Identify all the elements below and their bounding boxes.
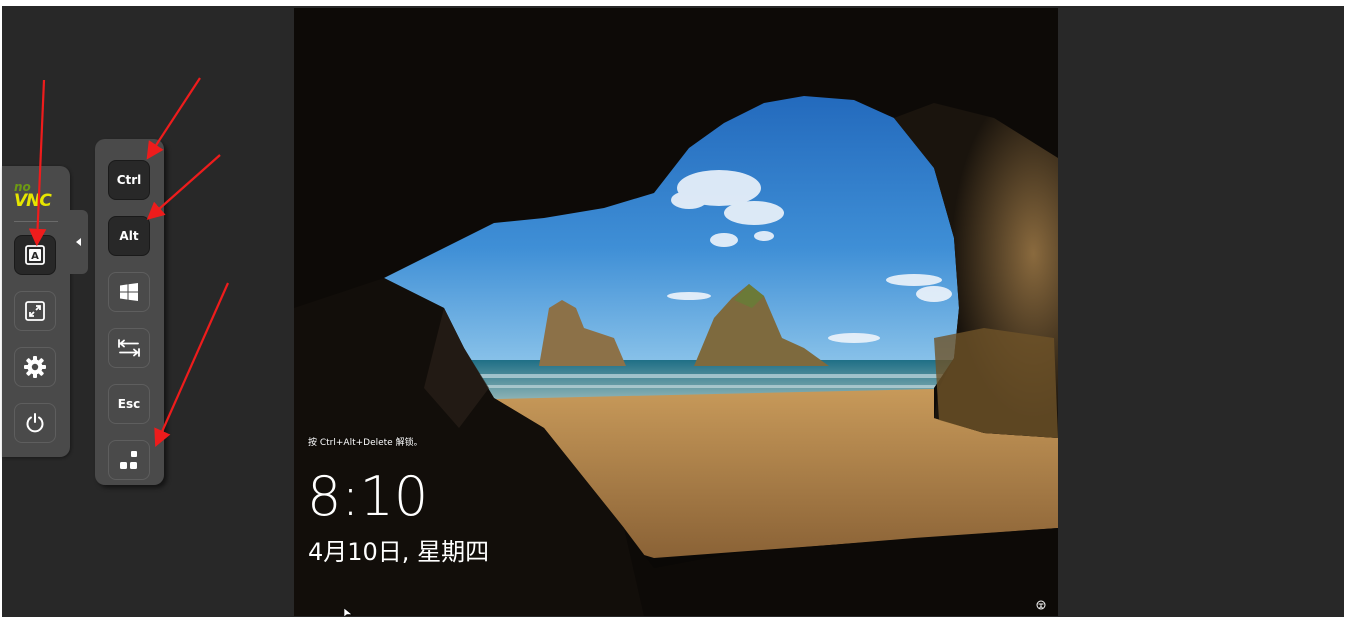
gear-icon [24,356,46,378]
fullscreen-icon [25,301,45,321]
tab-key-button[interactable] [108,328,150,368]
remote-screen[interactable]: 按 Ctrl+Alt+Delete 解锁。 8:10 4月10日, 星期四 [294,8,1058,616]
ctrl-alt-del-button[interactable] [108,440,150,480]
fullscreen-button[interactable] [14,291,56,331]
lock-screen-date: 4月10日, 星期四 [308,538,490,566]
vnc-viewport: 按 Ctrl+Alt+Delete 解锁。 8:10 4月10日, 星期四 no… [2,6,1344,617]
lock-screen-time: 8:10 [307,465,429,528]
tab-icon [118,339,140,357]
windows-key-button[interactable] [108,272,150,312]
novnc-control-bar: no VNC A [2,166,70,457]
ease-of-access-icon[interactable] [1036,600,1046,610]
esc-key-button[interactable]: Esc [108,384,150,424]
power-icon [26,413,44,433]
unlock-hint: 按 Ctrl+Alt+Delete 解锁。 [308,438,423,448]
svg-text:A: A [31,251,39,262]
control-bar-handle[interactable] [70,210,88,274]
novnc-logo: no VNC [14,180,58,211]
power-button[interactable] [14,403,56,443]
ctrl-alt-del-icon [120,451,137,469]
keyboard-a-icon: A [25,245,45,265]
alt-key-button[interactable]: Alt [108,216,150,256]
settings-button[interactable] [14,347,56,387]
extra-keys-button[interactable]: A [14,235,56,275]
collapse-arrow-icon [76,238,81,246]
ctrl-key-button[interactable]: Ctrl [108,160,150,200]
windows-icon [120,283,138,301]
logo-text-vnc: VNC [14,191,52,211]
extra-keys-panel: Ctrl Alt Esc [95,139,164,485]
mouse-cursor-icon [344,608,353,616]
control-bar-divider [14,221,58,222]
